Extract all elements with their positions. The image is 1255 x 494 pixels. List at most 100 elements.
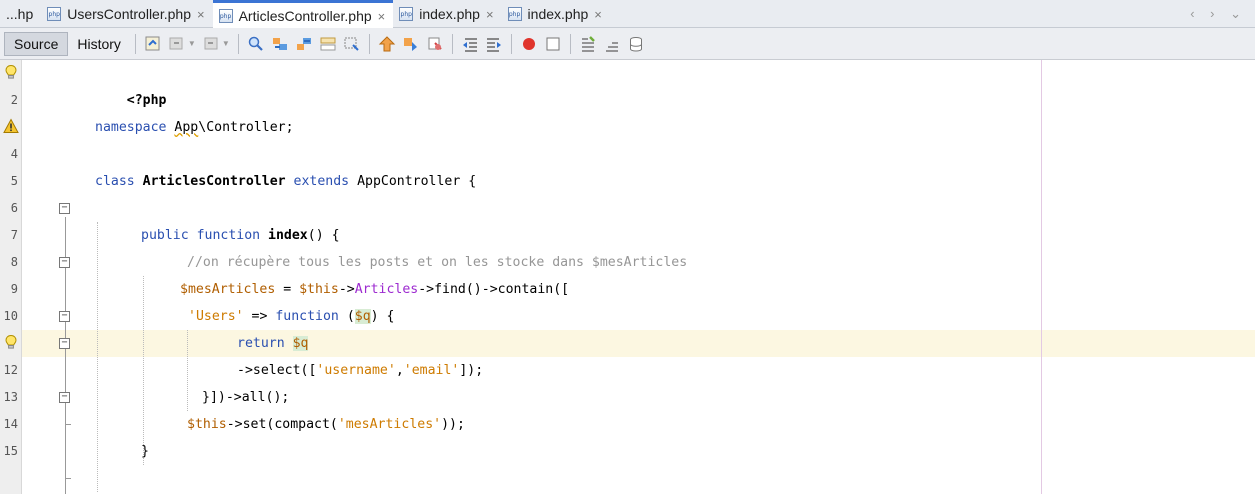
fold-toggle-chain[interactable]: − — [59, 392, 70, 403]
code-line-12[interactable]: ->select(['username','email']); — [237, 357, 483, 384]
close-icon[interactable]: × — [197, 7, 205, 22]
warning-icon[interactable] — [3, 118, 19, 134]
toggle-bookmark-icon[interactable] — [426, 35, 444, 53]
database-icon[interactable] — [627, 35, 645, 53]
toolbar-separator — [569, 33, 571, 54]
code-line-15[interactable]: } — [141, 438, 149, 465]
tab-truncated[interactable]: ...hp — [0, 0, 41, 28]
code-line-5[interactable]: class ArticlesController extends AppCont… — [95, 168, 476, 195]
tab-index-2[interactable]: php index.php × — [502, 0, 610, 28]
code-line-13[interactable]: }])->all(); — [202, 384, 289, 411]
indent-guide — [187, 330, 188, 411]
namespace-root: App — [174, 120, 199, 135]
forward-icon[interactable] — [202, 35, 220, 53]
code-line-3[interactable]: namespace App\Controller; — [95, 114, 294, 141]
start-macro-recording-icon[interactable] — [520, 35, 538, 53]
lightbulb-icon[interactable] — [3, 64, 19, 80]
line-number: 7 — [10, 228, 18, 242]
return-keyword: return — [237, 336, 285, 351]
find-selection-icon[interactable] — [247, 35, 265, 53]
editor-tab-bar: ...hp php UsersController.php × php Arti… — [0, 0, 1255, 29]
back-icon[interactable] — [168, 35, 186, 53]
next-bookmark-icon[interactable] — [402, 35, 420, 53]
closing-brace: } — [141, 444, 149, 459]
fold-toggle-closure[interactable]: − — [59, 338, 70, 349]
line-number: 15 — [3, 444, 18, 458]
extends-keyword: extends — [293, 174, 350, 189]
line-number: 12 — [3, 363, 18, 377]
tab-label: UsersController.php — [67, 6, 191, 22]
code-line-7[interactable]: public function index() { — [141, 222, 340, 249]
code-line-14[interactable]: $this->set(compact('mesArticles')); — [187, 411, 465, 438]
shift-right-icon[interactable] — [485, 35, 503, 53]
fold-end-marker — [65, 478, 71, 479]
php-open-tag: <?php — [126, 93, 167, 108]
fold-toggle-class[interactable]: − — [59, 203, 70, 214]
tab-label: ...hp — [6, 6, 34, 22]
string-literal: 'username' — [316, 363, 396, 378]
method-signature: () { — [307, 228, 340, 243]
indent-guide — [97, 222, 98, 492]
line-number: 14 — [3, 417, 18, 431]
php-file-icon: php — [218, 9, 233, 23]
method-name: index — [268, 228, 308, 243]
source-button[interactable]: Source — [4, 31, 69, 56]
this-variable: $this — [299, 282, 339, 297]
line-number: 2 — [10, 93, 18, 107]
arrow-operator: -> — [338, 282, 355, 297]
public-function-keyword: public function — [141, 228, 261, 243]
editor-toolbar: Source History ▼ ▼ — [0, 28, 1255, 60]
code-line-9[interactable]: $mesArticles = $this->Articles->find()->… — [180, 276, 569, 303]
method-chain: ->find()->contain([ — [418, 282, 570, 297]
code-line-10[interactable]: 'Users' => function ($q) { — [188, 303, 394, 330]
line-number: 9 — [10, 282, 18, 296]
function-keyword: function — [275, 309, 339, 324]
string-literal: 'Users' — [188, 309, 244, 324]
toolbar-separator — [134, 33, 136, 54]
line-number: 5 — [10, 174, 18, 188]
string-literal: 'mesArticles' — [337, 417, 442, 432]
last-edit-icon[interactable] — [144, 35, 162, 53]
code-text: }])->all(); — [202, 390, 290, 405]
shift-left-icon[interactable] — [461, 35, 479, 53]
tab-scroll-arrows[interactable]: ‹ › ⌄ — [1190, 6, 1247, 22]
method-call-end: ]); — [459, 363, 484, 378]
namespace-keyword: namespace — [95, 120, 167, 135]
close-icon[interactable]: × — [486, 7, 494, 22]
line-number: 13 — [3, 390, 18, 404]
line-number: 6 — [10, 201, 18, 215]
tab-articles-controller[interactable]: php ArticlesController.php × — [212, 0, 394, 29]
fold-toggle-statement[interactable]: − — [59, 311, 70, 322]
comment-icon[interactable] — [579, 35, 597, 53]
fold-toggle-function[interactable]: − — [59, 257, 70, 268]
uncomment-icon[interactable] — [603, 35, 621, 53]
stop-macro-recording-icon[interactable] — [544, 35, 562, 53]
tab-label: index.php — [527, 6, 589, 22]
code-line-11[interactable]: return $q — [237, 330, 309, 357]
chevron-down-icon[interactable]: ▼ — [222, 39, 230, 48]
this-variable: $this — [187, 417, 227, 432]
class-keyword: class — [95, 174, 135, 189]
string-literal: 'email' — [403, 363, 460, 378]
toggle-rectangular-selection-icon[interactable] — [343, 35, 361, 53]
tab-users-controller[interactable]: php UsersController.php × — [41, 0, 212, 28]
operator: => — [243, 309, 276, 324]
php-file-icon: php — [507, 7, 522, 21]
tab-label: ArticlesController.php — [238, 8, 372, 24]
toggle-highlight-icon[interactable] — [319, 35, 337, 53]
previous-bookmark-icon[interactable] — [378, 35, 396, 53]
find-previous-icon[interactable] — [271, 35, 289, 53]
code-editor[interactable]: − − − − − 2 4 5 6 7 8 9 10 12 13 14 15 <… — [0, 60, 1255, 494]
code-line-8[interactable]: //on récupère tous les posts et on les s… — [187, 249, 687, 276]
lightbulb-icon[interactable] — [3, 334, 19, 350]
line-number: 10 — [3, 309, 18, 323]
fold-end-marker — [65, 424, 71, 425]
method-call-end: )); — [441, 417, 465, 432]
close-icon[interactable]: × — [378, 9, 386, 24]
chevron-down-icon[interactable]: ▼ — [188, 39, 196, 48]
find-next-icon[interactable] — [295, 35, 313, 53]
close-icon[interactable]: × — [594, 7, 602, 22]
history-button[interactable]: History — [68, 32, 130, 56]
method-call: ->select([ — [237, 363, 317, 378]
tab-index-1[interactable]: php index.php × — [393, 0, 501, 28]
